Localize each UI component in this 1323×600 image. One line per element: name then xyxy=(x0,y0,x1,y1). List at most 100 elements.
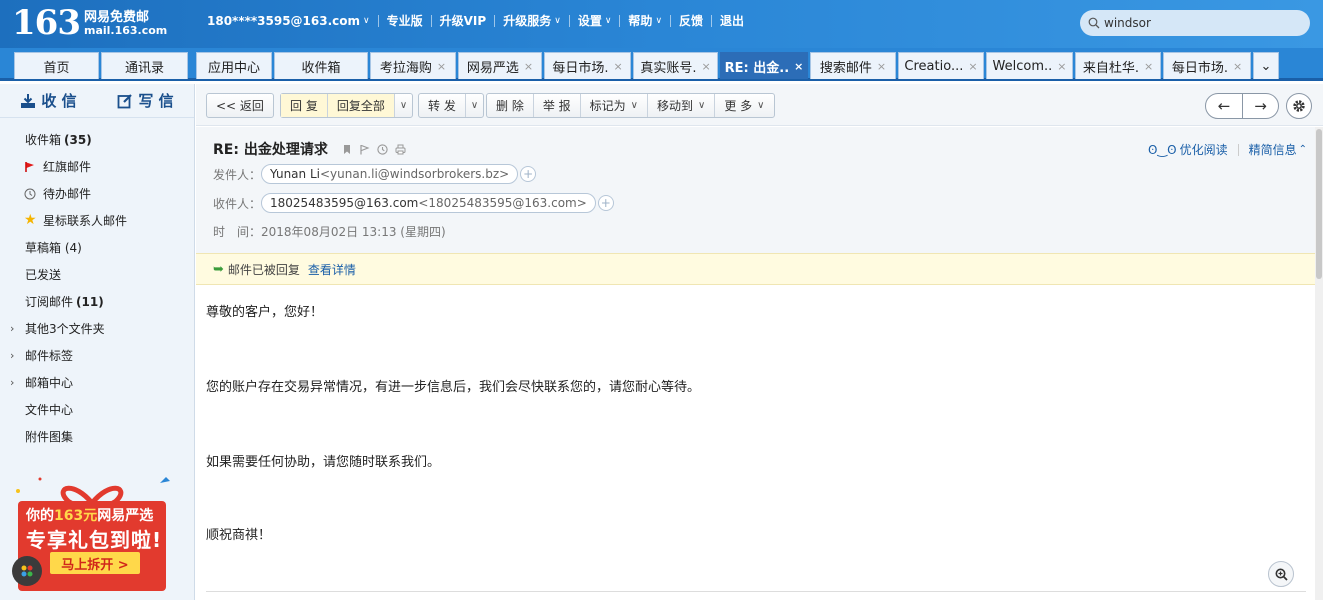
recipient-address: <18025483595@163.com> xyxy=(418,196,587,210)
folder-other[interactable]: › 其他3个文件夹 xyxy=(0,315,194,342)
arrow-left-icon: ← xyxy=(1217,97,1231,115)
previous-mail-button[interactable]: ← xyxy=(1206,94,1242,118)
add-contact-icon[interactable]: + xyxy=(597,195,614,211)
reply-dropdown[interactable]: ∨ xyxy=(395,94,412,117)
tab-kaola[interactable]: 考拉海购 × xyxy=(370,52,456,79)
next-mail-button[interactable]: → xyxy=(1242,94,1278,118)
clock-icon[interactable] xyxy=(377,143,388,155)
from-label: 发件人： xyxy=(213,167,262,182)
close-icon[interactable]: × xyxy=(613,60,622,73)
folder-todo[interactable]: 待办邮件 xyxy=(0,180,194,207)
close-icon[interactable]: × xyxy=(877,60,886,73)
add-contact-icon[interactable]: + xyxy=(520,166,537,182)
bookmark-icon[interactable] xyxy=(342,144,352,155)
search-input[interactable]: windsor xyxy=(1080,10,1310,36)
chevron-right-icon[interactable]: › xyxy=(10,349,14,362)
feedback-link[interactable]: 反馈 xyxy=(671,12,711,29)
forward-button[interactable]: 转 发 xyxy=(419,94,466,117)
close-icon[interactable]: × xyxy=(701,60,710,73)
tab-overflow-menu[interactable]: ⌄ xyxy=(1253,52,1279,79)
tab-from-duhua[interactable]: 来自杜华. × xyxy=(1075,52,1161,79)
tab-creation[interactable]: Creatio... × xyxy=(898,52,984,79)
tab-contacts[interactable]: 通讯录 xyxy=(101,52,188,79)
folder-label: 附件图集 xyxy=(25,430,74,444)
move-to-button[interactable]: 移动到 ∨ xyxy=(648,94,716,117)
report-button[interactable]: 举 报 xyxy=(534,94,581,117)
promo-open-button[interactable]: 马上拆开 > xyxy=(50,552,140,574)
top-bar: 163 网易免费邮 mail.163.com 180****3595@163.c… xyxy=(0,0,1323,48)
account-menu[interactable]: 180****3595@163.com ∨ xyxy=(199,14,378,28)
chevron-up-icon[interactable]: ⌃ xyxy=(1299,144,1307,155)
zoom-button[interactable] xyxy=(1268,561,1294,587)
folder-drafts[interactable]: 草稿箱 (4) xyxy=(0,234,194,261)
settings-button[interactable] xyxy=(1286,93,1312,119)
tab-current-email[interactable]: RE: 出金.. × xyxy=(720,52,808,79)
sender-contact[interactable]: Yunan Li <yunan.li@windsorbrokers.bz> xyxy=(261,164,519,184)
upgrade-vip-link[interactable]: 升级VIP xyxy=(432,12,495,29)
chevron-down-icon: ∨ xyxy=(604,15,612,26)
view-details-link[interactable]: 查看详情 xyxy=(308,261,356,278)
close-icon[interactable]: × xyxy=(968,60,977,73)
close-icon[interactable]: × xyxy=(437,60,446,73)
tab-daily-market-2[interactable]: 每日市场. × xyxy=(1163,52,1251,79)
folder-attachments[interactable]: 附件图集 xyxy=(0,423,194,450)
mail-logo[interactable]: 163 网易免费邮 mail.163.com xyxy=(12,6,167,40)
folder-subscriptions[interactable]: 订阅邮件 (11) xyxy=(0,288,194,315)
more-button[interactable]: 更 多 ∨ xyxy=(715,94,773,117)
logout-link[interactable]: 退出 xyxy=(712,12,752,29)
delete-button[interactable]: 删 除 xyxy=(487,94,534,117)
reply-all-button[interactable]: 回复全部 xyxy=(327,94,395,117)
tab-app-center[interactable]: 应用中心 xyxy=(196,52,272,79)
scrollbar-thumb[interactable] xyxy=(1316,129,1322,279)
close-icon[interactable]: × xyxy=(794,60,803,73)
tab-search-mail[interactable]: 搜索邮件 × xyxy=(810,52,896,79)
tab-daily-market[interactable]: 每日市场. × xyxy=(544,52,631,79)
folder-sent[interactable]: 已发送 xyxy=(0,261,194,288)
close-icon[interactable]: × xyxy=(1144,60,1153,73)
tab-real-account[interactable]: 真实账号. × xyxy=(633,52,718,79)
tab-label: RE: 出金.. xyxy=(724,60,790,76)
forward-dropdown[interactable]: ∨ xyxy=(466,94,483,117)
folder-mail-center[interactable]: › 邮箱中心 xyxy=(0,369,194,396)
pencil-icon xyxy=(117,93,133,108)
tab-home[interactable]: 首页 xyxy=(14,52,99,79)
upgrade-service-menu[interactable]: 升级服务 ∨ xyxy=(495,12,569,29)
mark-as-button[interactable]: 标记为 ∨ xyxy=(581,94,648,117)
chevron-right-icon[interactable]: › xyxy=(10,322,14,335)
divider xyxy=(1237,143,1239,156)
top-nav: 180****3595@163.com ∨ 专业版 升级VIP 升级服务 ∨ 设置 ∨… xyxy=(199,12,752,29)
folder-file-center[interactable]: 文件中心 xyxy=(0,396,194,423)
reply-button[interactable]: 回 复 xyxy=(281,94,328,117)
tab-welcome[interactable]: Welcom.. × xyxy=(986,52,1073,79)
close-icon[interactable]: × xyxy=(524,60,533,73)
close-icon[interactable]: × xyxy=(1233,60,1242,73)
divider xyxy=(206,591,1306,592)
help-menu[interactable]: 帮助 ∨ xyxy=(620,12,670,29)
close-icon[interactable]: × xyxy=(1057,60,1066,73)
app-launcher-button[interactable] xyxy=(12,556,42,586)
tab-inbox[interactable]: 收件箱 xyxy=(274,52,368,79)
folder-starred[interactable]: ★ 星标联系人邮件 xyxy=(0,207,194,234)
folder-tags[interactable]: › 邮件标签 xyxy=(0,342,194,369)
flag-icon[interactable] xyxy=(359,144,370,155)
promo-text: 你的 xyxy=(26,508,54,524)
back-button[interactable]: << 返回 xyxy=(207,94,273,117)
tab-yanxuan[interactable]: 网易严选 × xyxy=(458,52,542,79)
vertical-scrollbar[interactable] xyxy=(1315,127,1323,600)
folder-flagged[interactable]: 红旗邮件 xyxy=(0,153,194,180)
folder-label: 待办邮件 xyxy=(43,187,92,201)
print-icon[interactable] xyxy=(395,144,406,155)
tab-label: 每日市场. xyxy=(1171,60,1228,76)
optimized-read-link[interactable]: 优化阅读 xyxy=(1180,141,1228,158)
pro-link[interactable]: 专业版 xyxy=(379,12,431,29)
folder-inbox[interactable]: 收件箱 (35) xyxy=(0,126,194,153)
star-icon: ★ xyxy=(24,212,37,228)
settings-menu[interactable]: 设置 ∨ xyxy=(570,12,620,29)
brief-info-link[interactable]: 精简信息 xyxy=(1249,141,1297,158)
compose-button[interactable]: 写 信 xyxy=(97,90,194,111)
notice-text: 邮件已被回复 xyxy=(227,262,300,277)
recipient-contact[interactable]: 18025483595@163.com <18025483595@163.com> xyxy=(261,193,596,213)
receive-button[interactable]: 收 信 xyxy=(0,90,97,111)
tab-label: 应用中心 xyxy=(207,60,260,76)
chevron-right-icon[interactable]: › xyxy=(10,376,14,389)
